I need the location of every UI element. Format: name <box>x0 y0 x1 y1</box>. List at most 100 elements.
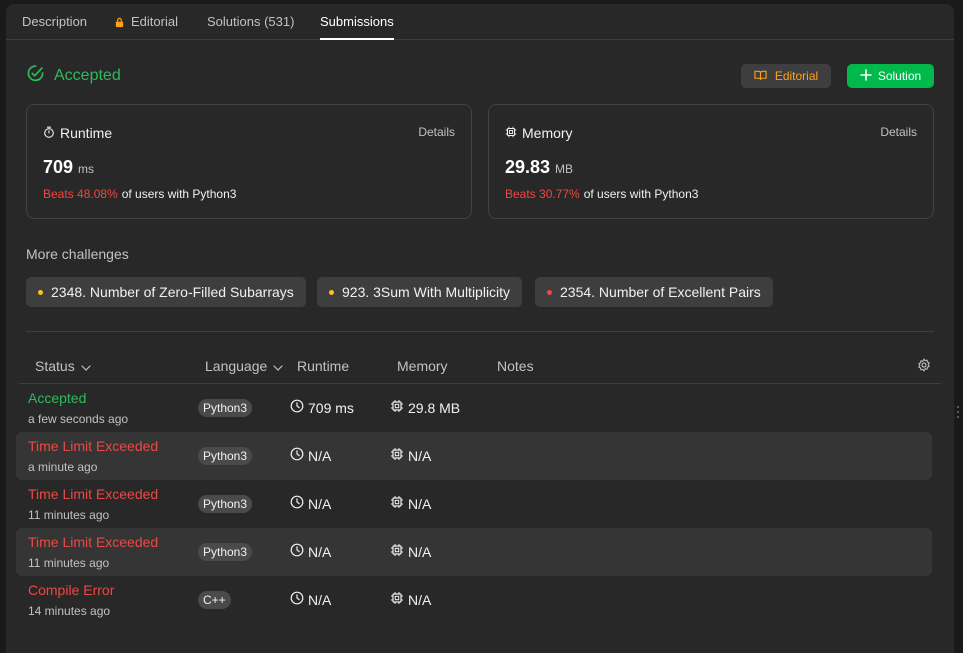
submission-runtime: N/A <box>290 447 331 464</box>
language-filter[interactable]: Language <box>205 358 283 374</box>
clock-icon <box>290 591 304 608</box>
tab-description[interactable]: Description <box>22 14 87 40</box>
submission-status[interactable]: Time Limit Exceeded <box>28 534 158 550</box>
difficulty-dot <box>329 289 334 295</box>
clock-icon <box>290 447 304 464</box>
tab-editorial[interactable]: Editorial <box>114 14 178 40</box>
submission-time: 14 minutes ago <box>28 604 111 618</box>
runtime-card-title: Runtime <box>43 125 112 141</box>
language-badge: Python3 <box>198 447 253 465</box>
submission-time: a minute ago <box>28 460 98 474</box>
chip-icon <box>390 591 404 608</box>
clock-icon <box>290 399 304 416</box>
lock-icon <box>114 16 125 31</box>
section-divider <box>26 331 934 332</box>
memory-beats: Beats 30.77% of users with Python3 <box>505 187 698 201</box>
editorial-button[interactable]: Editorial <box>741 64 831 88</box>
submission-time: a few seconds ago <box>28 412 129 426</box>
submission-time: 11 minutes ago <box>28 508 110 522</box>
memory-text: N/A <box>408 447 432 464</box>
submission-row[interactable]: Accepted a few seconds ago Python3 709 m… <box>16 384 932 432</box>
chip-icon <box>390 399 404 416</box>
submissions-table-header: Status Language Runtime Memory Notes <box>19 354 941 384</box>
submission-memory: N/A <box>390 543 431 560</box>
check-circle-icon <box>26 64 45 88</box>
result-header: Accepted <box>26 64 121 88</box>
clock-icon <box>290 543 304 560</box>
runtime-card: Runtime Details 709 ms Beats 48.08% of us… <box>26 104 472 219</box>
runtime-beats-percent: Beats 48.08% <box>43 187 118 201</box>
runtime-beats-text: of users with Python3 <box>121 187 237 201</box>
tab-label: Solutions (531) <box>207 14 295 29</box>
challenge-chip[interactable]: 923. 3Sum With Multiplicity <box>317 277 523 307</box>
memory-number: 29.83 <box>505 157 551 177</box>
submission-status[interactable]: Accepted <box>28 390 86 406</box>
runtime-text: N/A <box>308 543 332 560</box>
editorial-button-label: Editorial <box>774 69 819 83</box>
chip-icon <box>390 495 404 512</box>
submission-row[interactable]: Compile Error 14 minutes ago C++ N/A N/A <box>16 576 932 624</box>
chip-icon <box>390 447 404 464</box>
book-icon <box>754 69 767 84</box>
runtime-value: 709 ms <box>43 157 94 178</box>
language-badge: Python3 <box>198 399 253 417</box>
challenge-label: 923. 3Sum With Multiplicity <box>342 284 511 300</box>
plus-icon <box>860 68 872 84</box>
tab-bar: Description Editorial Solutions (531) Su… <box>6 4 954 40</box>
language-badge: Python3 <box>198 495 253 513</box>
language-badge: C++ <box>198 591 231 609</box>
submission-runtime: N/A <box>290 495 331 512</box>
memory-beats-percent: Beats 30.77% <box>505 187 580 201</box>
submission-runtime: N/A <box>290 591 331 608</box>
panel-resize-handle[interactable] <box>956 404 960 420</box>
submission-status[interactable]: Compile Error <box>28 582 114 598</box>
runtime-title: Runtime <box>60 125 113 141</box>
memory-card: Memory Details 29.83 MB Beats 30.77% of u… <box>488 104 934 219</box>
tab-label: Description <box>22 14 88 29</box>
runtime-details-link[interactable]: Details <box>418 125 455 139</box>
gear-icon[interactable] <box>917 358 931 377</box>
memory-title: Memory <box>522 125 573 141</box>
challenge-label: 2354. Number of Excellent Pairs <box>560 284 761 300</box>
language-header-label: Language <box>205 358 268 374</box>
memory-text: N/A <box>408 495 432 512</box>
submission-status[interactable]: Time Limit Exceeded <box>28 486 158 502</box>
stopwatch-icon <box>43 125 55 141</box>
runtime-number: 709 <box>43 157 74 177</box>
clock-icon <box>290 495 304 512</box>
result-status: Accepted <box>54 67 121 84</box>
submission-row[interactable]: Time Limit Exceeded a minute ago Python3… <box>16 432 932 480</box>
submission-time: 11 minutes ago <box>28 556 110 570</box>
challenge-chip[interactable]: 2348. Number of Zero-Filled Subarrays <box>26 277 306 307</box>
challenge-chip[interactable]: 2354. Number of Excellent Pairs <box>535 277 773 307</box>
memory-details-link[interactable]: Details <box>880 125 917 139</box>
submission-memory: N/A <box>390 495 431 512</box>
chevron-down-icon <box>81 358 91 374</box>
submission-status[interactable]: Time Limit Exceeded <box>28 438 158 454</box>
memory-beats-text: of users with Python3 <box>583 187 699 201</box>
memory-unit: MB <box>555 162 574 176</box>
status-filter[interactable]: Status <box>35 358 91 374</box>
memory-header: Memory <box>397 358 448 374</box>
language-badge: Python3 <box>198 543 253 561</box>
submission-memory: N/A <box>390 447 431 464</box>
submission-runtime: N/A <box>290 543 331 560</box>
challenge-label: 2348. Number of Zero-Filled Subarrays <box>51 284 294 300</box>
memory-text: N/A <box>408 591 432 608</box>
runtime-text: 709 ms <box>308 399 354 416</box>
submission-row[interactable]: Time Limit Exceeded 11 minutes ago Pytho… <box>16 528 932 576</box>
submission-memory: 29.8 MB <box>390 399 460 416</box>
post-solution-button[interactable]: Solution <box>847 64 934 88</box>
notes-header: Notes <box>497 358 534 374</box>
submission-memory: N/A <box>390 591 431 608</box>
chip-icon <box>390 543 404 560</box>
memory-text: N/A <box>408 543 432 560</box>
status-header-label: Status <box>35 358 75 374</box>
submission-row[interactable]: Time Limit Exceeded 11 minutes ago Pytho… <box>16 480 932 528</box>
difficulty-dot <box>38 289 43 295</box>
tab-submissions[interactable]: Submissions <box>320 14 394 40</box>
memory-card-title: Memory <box>505 125 573 141</box>
solution-button-label: Solution <box>877 69 922 83</box>
runtime-unit: ms <box>78 162 95 176</box>
tab-solutions[interactable]: Solutions (531) <box>207 14 294 40</box>
